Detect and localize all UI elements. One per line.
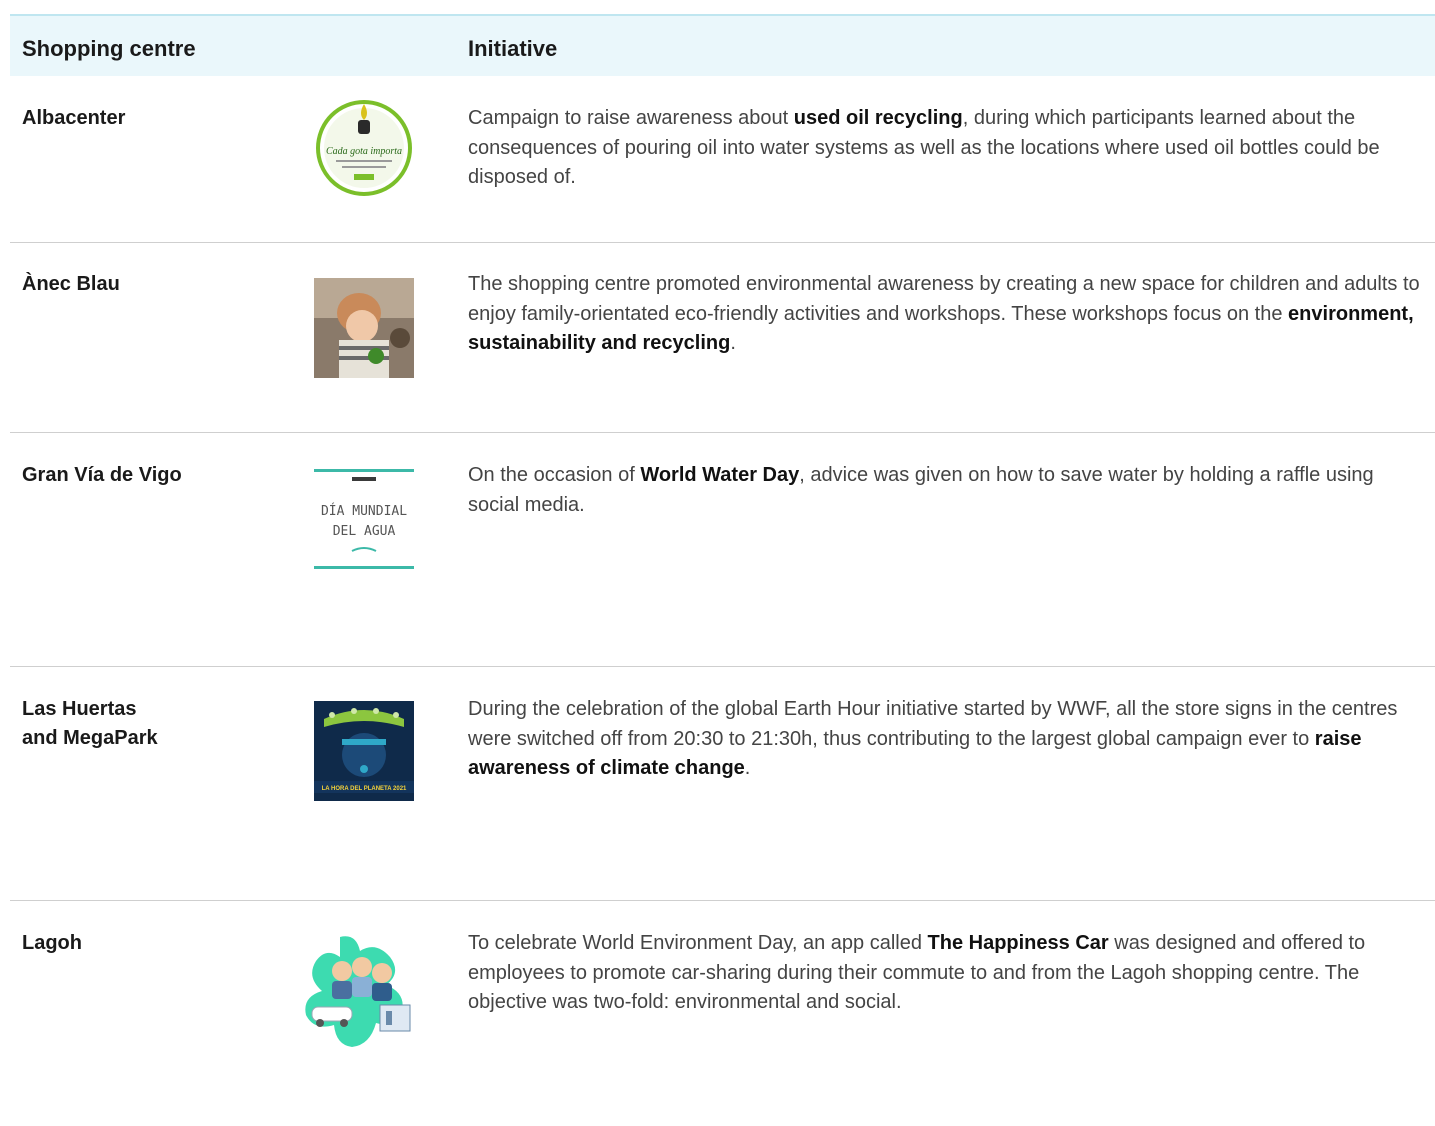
centre-name: Gran Vía de Vigo [22,464,182,486]
centre-name: Albacenter [22,107,126,129]
table-header: Shopping centre Initiative [10,16,1435,76]
row-divider [10,242,1435,243]
row-divider [10,432,1435,433]
column-header-initiative: Initiative [468,36,558,61]
centre-name: Las Huertas and MegaPark [22,698,158,749]
row-divider [10,666,1435,667]
world-water-day-poster: DÍA MUNDIAL DEL AGUA [314,469,414,569]
poster-title: LA HORA DEL PLANETA 2021 [322,786,407,792]
child-workshop-photo [314,278,414,378]
poster-line-2: DEL AGUA [333,524,396,539]
initiative-description: The shopping centre promoted environment… [468,273,1420,354]
centre-name: Lagoh [22,932,82,954]
oil-recycling-campaign-image: Cada gota importa [314,96,414,196]
happiness-car-illustration [300,933,414,1047]
initiative-description: To celebrate World Environment Day, an a… [468,932,1366,1013]
column-header-shopping-centre: Shopping centre [22,36,196,61]
row-divider [10,900,1435,901]
poster-line-1: DÍA MUNDIAL [321,503,407,519]
earth-hour-poster: LA HORA DEL PLANETA 2021 [314,701,414,801]
initiative-description: On the occasion of World Water Day, advi… [468,464,1374,516]
campaign-title-text: Cada gota importa [326,146,402,157]
initiative-description: During the celebration of the global Ear… [468,698,1398,779]
centre-name: Ànec Blau [22,273,120,295]
initiative-description: Campaign to raise awareness about used o… [468,107,1380,188]
